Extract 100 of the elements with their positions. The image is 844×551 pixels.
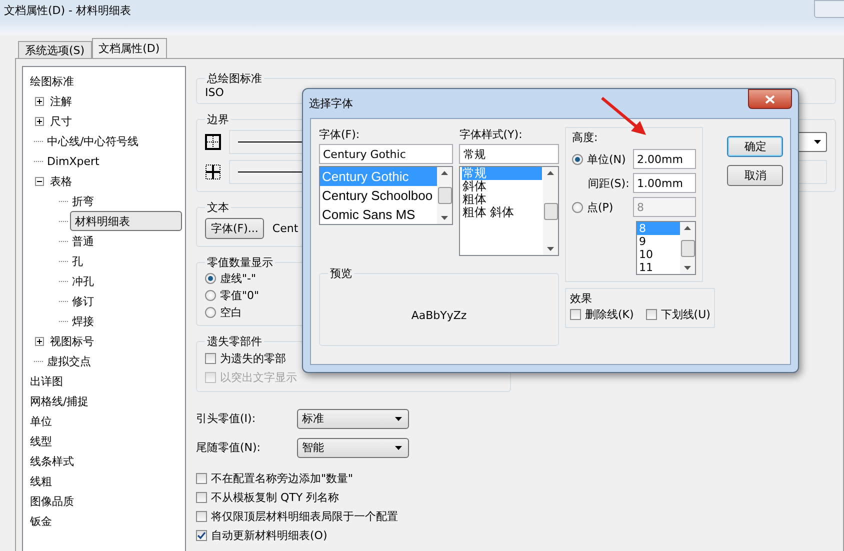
- checkbox-label[interactable]: 不从模板复制 QTY 列名称: [211, 490, 340, 505]
- scroll-down-icon[interactable]: [547, 247, 554, 251]
- tree-item[interactable]: 折弯: [70, 192, 96, 210]
- checkbox[interactable]: [196, 492, 207, 503]
- tree-item[interactable]: 图像品质: [28, 492, 76, 510]
- spacing-field[interactable]: 1.00mm: [633, 173, 696, 193]
- scroll-down-icon[interactable]: [684, 266, 691, 270]
- dropdown[interactable]: 智能: [297, 438, 409, 458]
- tab[interactable]: 系统选项(S): [18, 41, 92, 58]
- tree-item[interactable]: 线粗: [28, 472, 54, 490]
- field-label: 字体(F):: [319, 127, 361, 142]
- scrollbar[interactable]: [437, 167, 452, 224]
- checkbox-label[interactable]: 为遗失的零部: [220, 351, 286, 366]
- font-field[interactable]: Century Gothic: [319, 144, 454, 164]
- dialog-button[interactable]: 确定: [727, 136, 784, 157]
- tree-item[interactable]: 材料明细表: [70, 211, 182, 231]
- caret-icon: [395, 446, 402, 450]
- checkbox[interactable]: [205, 353, 216, 364]
- checkbox-label[interactable]: 下划线(U): [660, 307, 710, 322]
- field-label: 间距(S):: [587, 176, 630, 190]
- tree-item[interactable]: 普通: [70, 232, 96, 250]
- radio-button[interactable]: [205, 307, 216, 318]
- tree-item[interactable]: 孔: [70, 252, 85, 270]
- dropdown[interactable]: 标准: [297, 408, 409, 428]
- preview-text: AaBbYyZz: [411, 309, 467, 322]
- field-label: 尾随零值(N):: [196, 440, 262, 455]
- close-button[interactable]: [748, 89, 792, 109]
- checkbox-label[interactable]: 自动更新材料明细表(O): [211, 528, 328, 543]
- scroll-thumb[interactable]: [544, 202, 558, 220]
- tree-item[interactable]: 中心线/中心符号线: [45, 132, 141, 150]
- font-list[interactable]: Century Gothic Century Schoolboo Comic Sans MS: [319, 166, 454, 225]
- style-field[interactable]: 常规: [459, 144, 559, 164]
- checkbox-label[interactable]: 将仅限顶层材料明细表局限于一个配置: [211, 509, 398, 524]
- scroll-up-icon[interactable]: [441, 171, 448, 175]
- annotation-arrow: [600, 96, 648, 138]
- radio-button[interactable]: [205, 290, 216, 301]
- group-title: 效果: [570, 292, 592, 305]
- style-list[interactable]: 常规 斜体 粗体 粗体 斜体: [459, 166, 559, 256]
- tree-item[interactable]: 尺寸: [48, 112, 74, 130]
- checkbox[interactable]: [196, 530, 207, 541]
- height-field[interactable]: 2.00mm: [633, 149, 696, 169]
- font-button[interactable]: 字体(F)...: [205, 218, 264, 239]
- checkbox-label[interactable]: 删除线(K): [585, 307, 634, 322]
- checkbox[interactable]: [646, 309, 657, 320]
- tree-item[interactable]: 绘图标准: [28, 72, 76, 90]
- group-title: 总绘图标准: [206, 71, 263, 86]
- expand-icon[interactable]: [35, 116, 44, 126]
- tree-item[interactable]: 冲孔: [70, 272, 96, 290]
- caret-icon: [814, 140, 821, 144]
- radio-label[interactable]: 零值"0": [220, 288, 260, 303]
- dialog-button[interactable]: 取消: [727, 165, 784, 186]
- tree-item[interactable]: 焊接: [70, 312, 96, 330]
- tree-item[interactable]: 线型: [28, 432, 54, 450]
- scroll-down-icon[interactable]: [441, 216, 448, 220]
- expand-icon[interactable]: [35, 96, 44, 106]
- list-item[interactable]: Comic Sans MS: [320, 205, 438, 224]
- list-item[interactable]: 斜体: [460, 180, 543, 193]
- group-title: 预览: [329, 266, 353, 281]
- collapse-icon[interactable]: [35, 176, 44, 186]
- tree-item[interactable]: 出详图: [28, 372, 65, 390]
- checkbox[interactable]: [196, 511, 207, 522]
- tree-item[interactable]: 虚拟交点: [45, 352, 93, 370]
- radio-label[interactable]: 单位(N): [587, 152, 626, 166]
- tree-item[interactable]: 修订: [70, 292, 96, 310]
- dialog-title: 选择字体: [309, 96, 353, 111]
- radio-label[interactable]: 虚线"-": [220, 271, 256, 286]
- list-item[interactable]: Century Schoolboo: [320, 186, 438, 205]
- group-title: 遗失零部件: [206, 334, 263, 349]
- list-item[interactable]: 粗体: [460, 193, 543, 206]
- group-title: 边界: [206, 112, 230, 127]
- radio-label[interactable]: 空白: [220, 305, 242, 320]
- tree-item[interactable]: 表格: [48, 172, 74, 190]
- scroll-thumb[interactable]: [680, 240, 694, 256]
- tree-item[interactable]: 线条样式: [28, 452, 76, 470]
- window-title: 文档属性(D) - 材料明细表: [4, 3, 132, 18]
- outer-border-icon: [205, 134, 221, 150]
- radio-button[interactable]: [205, 273, 216, 284]
- checkbox[interactable]: [570, 309, 581, 320]
- scroll-up-icon[interactable]: [547, 171, 554, 175]
- standard-value: ISO: [205, 86, 224, 99]
- tree-item[interactable]: 单位: [28, 412, 54, 430]
- tree-item[interactable]: 网格线/捕捉: [28, 392, 91, 410]
- group-title: 高度:: [572, 130, 599, 145]
- list-item[interactable]: 粗体 斜体: [460, 206, 543, 219]
- font-name: Cent: [272, 222, 298, 235]
- tree-item[interactable]: DimXpert: [45, 154, 102, 168]
- tree-item[interactable]: 钣金: [28, 512, 54, 530]
- scroll-thumb[interactable]: [438, 187, 452, 204]
- tab[interactable]: 文档属性(D): [92, 38, 167, 58]
- checkbox[interactable]: [196, 473, 207, 484]
- scrollbar[interactable]: [543, 167, 558, 255]
- caret-icon: [395, 416, 402, 420]
- radio-button[interactable]: [572, 154, 583, 164]
- tree-item[interactable]: 注解: [48, 92, 74, 110]
- scrollbar[interactable]: [680, 222, 695, 274]
- scroll-up-icon[interactable]: [684, 226, 691, 230]
- checkbox-label[interactable]: 不在配置名称旁边添加"数量": [211, 471, 354, 486]
- group-title: 零值数量显示: [206, 255, 274, 270]
- tree-item[interactable]: 视图标号: [48, 332, 96, 350]
- expand-icon[interactable]: [35, 336, 44, 346]
